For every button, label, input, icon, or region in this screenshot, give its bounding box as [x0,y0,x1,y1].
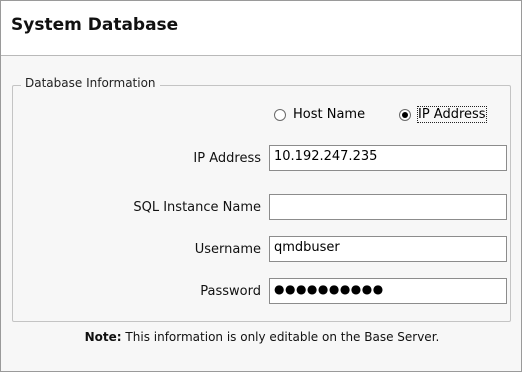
page-title: System Database [11,15,179,35]
password-field[interactable]: ●●●●●●●●●● [269,278,507,304]
username-field[interactable]: qmdbuser [269,236,507,262]
ip-address-radio-button[interactable] [399,108,411,121]
password-label: Password [200,284,261,299]
ip-address-radio-label[interactable]: IP Address [417,106,487,123]
note-text: This information is only editable on the… [121,330,440,344]
username-label: Username [194,242,261,257]
ip-address-field[interactable]: 10.192.247.235 [269,145,507,171]
base-server-note: Note: This information is only editable … [1,330,522,344]
ip-address-label: IP Address [193,151,261,166]
note-prefix: Note: [84,330,122,344]
ip-address-radio-option[interactable]: IP Address [399,106,487,123]
group-legend: Database Information [21,76,160,90]
host-name-radio-option[interactable]: Host Name [274,107,365,122]
host-name-radio-button[interactable] [274,108,286,121]
host-name-radio-label[interactable]: Host Name [293,107,365,122]
sql-instance-name-label: SQL Instance Name [133,200,261,215]
system-database-panel: System Database Database Information Hos… [0,0,522,372]
sql-instance-name-field[interactable] [269,194,507,220]
panel-header: System Database [1,1,521,56]
